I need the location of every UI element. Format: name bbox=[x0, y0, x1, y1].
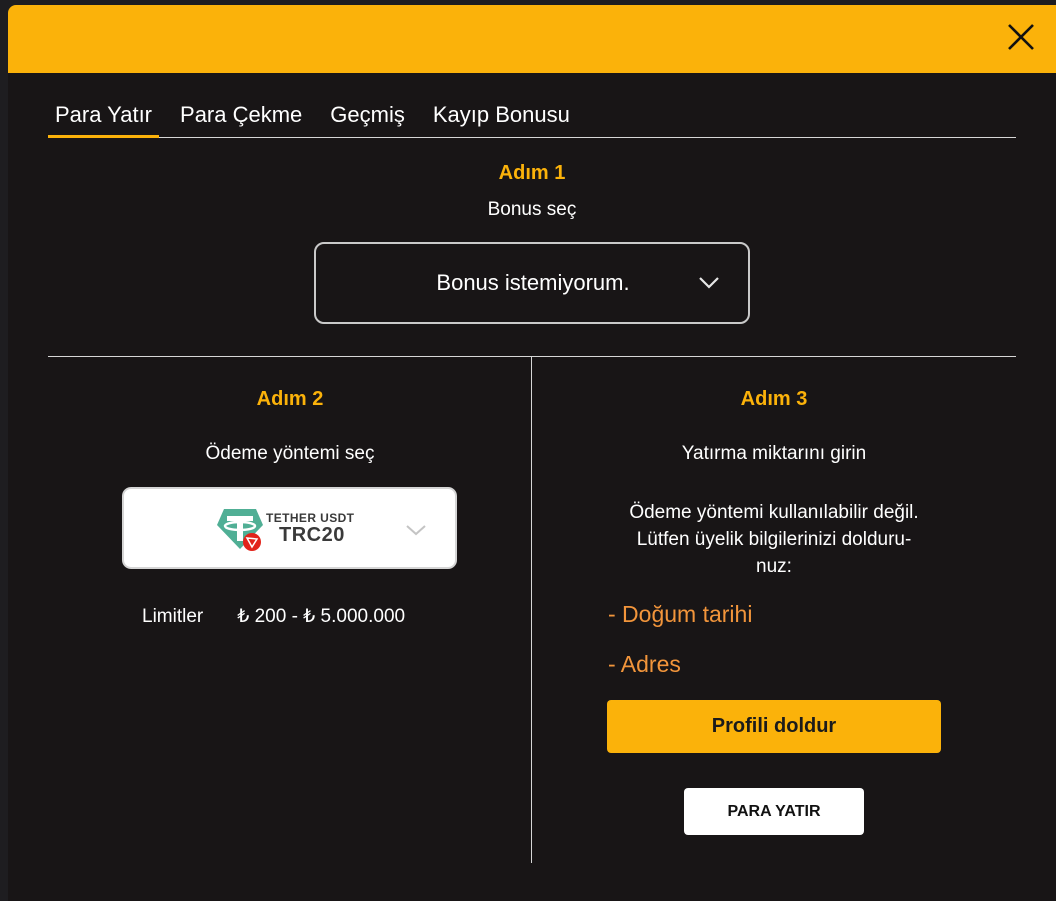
chevron-down-icon bbox=[406, 525, 426, 536]
modal-header bbox=[8, 5, 1056, 73]
payment-method-name: TETHER USDT bbox=[266, 511, 355, 525]
tab-bar: Para Yatır Para Çekme Geçmiş Kayıp Bonus… bbox=[48, 100, 1016, 138]
notice-line-2: Lütfen üyelik bilgilerinizi dolduru- bbox=[636, 529, 912, 550]
limits-row: Limitler ₺ 200 - ₺ 5.000.000 bbox=[142, 605, 405, 628]
tab-para-yatir[interactable]: Para Yatır bbox=[48, 100, 160, 138]
bonus-selected-value: Bonus istemiyorum. bbox=[436, 270, 630, 295]
step3-subtitle: Yatırma miktarını girin bbox=[681, 443, 867, 464]
step1-subtitle: Bonus seç bbox=[487, 199, 577, 220]
missing-field-birthdate: - Doğum tarihi bbox=[608, 601, 753, 627]
payment-method-select[interactable]: TETHER USDT TRC20 bbox=[122, 487, 457, 569]
payment-method-network: TRC20 bbox=[279, 524, 345, 546]
close-icon[interactable] bbox=[1006, 22, 1036, 52]
deposit-button[interactable]: PARA YATIR bbox=[684, 788, 864, 835]
tab-kayip-bonusu[interactable]: Kayıp Bonusu bbox=[426, 100, 577, 138]
step1-title: Adım 1 bbox=[498, 162, 566, 184]
limits-label: Limitler bbox=[142, 606, 204, 627]
step2-subtitle: Ödeme yöntemi seç bbox=[205, 443, 375, 464]
limits-value: ₺ 200 - ₺ 5.000.000 bbox=[237, 606, 406, 627]
section-divider-vertical bbox=[531, 357, 532, 863]
chevron-down-icon bbox=[699, 277, 719, 289]
unavailable-notice: Ödeme yöntemi kullanılabilir değil. Lütf… bbox=[598, 499, 950, 580]
step3-title: Adım 3 bbox=[740, 388, 808, 410]
tab-para-cekme[interactable]: Para Çekme bbox=[173, 100, 309, 138]
bonus-select[interactable]: Bonus istemiyorum. bbox=[314, 242, 750, 324]
tab-gecmis[interactable]: Geçmiş bbox=[323, 100, 412, 138]
notice-line-3: nuz: bbox=[756, 556, 792, 577]
notice-line-1: Ödeme yöntemi kullanılabilir değil. bbox=[629, 502, 919, 523]
missing-field-address: - Adres bbox=[608, 651, 681, 677]
fill-profile-button[interactable]: Profili doldur bbox=[607, 700, 941, 753]
step2-title: Adım 2 bbox=[256, 388, 324, 410]
deposit-modal: Para Yatır Para Çekme Geçmiş Kayıp Bonus… bbox=[8, 5, 1056, 901]
tether-usdt-icon bbox=[217, 509, 263, 551]
section-divider-horizontal bbox=[48, 356, 1016, 357]
